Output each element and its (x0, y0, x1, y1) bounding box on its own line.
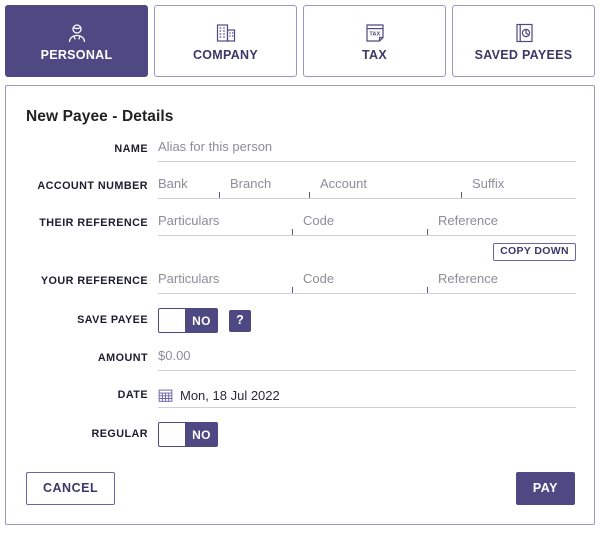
card-footer: CANCEL PAY (6, 462, 594, 524)
their-reference-code-input[interactable]: Code (293, 212, 428, 235)
account-bank-input[interactable]: Bank (158, 175, 220, 198)
save-payee-label: SAVE PAYEE (77, 314, 148, 326)
account-number-label: ACCOUNT NUMBER (37, 180, 148, 192)
their-reference-inputs: Particulars Code Reference (158, 212, 576, 236)
name-label: NAME (114, 143, 148, 155)
field-row-date: DATE Mon, 18 Jul 2022 (6, 384, 594, 408)
tab-saved-payees[interactable]: SAVED PAYEES (452, 5, 595, 77)
your-reference-particulars-input[interactable]: Particulars (158, 270, 293, 293)
field-row-their-reference: THEIR REFERENCE Particulars Code Referen… (6, 212, 594, 261)
address-book-icon (512, 21, 536, 45)
svg-text:TAX: TAX (369, 31, 380, 37)
account-bank-placeholder: Bank (158, 176, 188, 191)
account-suffix-placeholder: Suffix (472, 176, 505, 191)
save-payee-help-button[interactable]: ? (229, 309, 251, 332)
tab-saved-payees-label: SAVED PAYEES (474, 47, 573, 62)
their-reference-particulars-input[interactable]: Particulars (158, 212, 293, 235)
your-reference-label: YOUR REFERENCE (40, 275, 148, 287)
your-reference-code-placeholder: Code (303, 271, 335, 286)
field-row-your-reference: YOUR REFERENCE Particulars Code Referenc… (6, 270, 594, 294)
name-input[interactable]: Alias for this person (158, 138, 576, 162)
account-account-input[interactable]: Account (310, 175, 462, 198)
field-row-account-number: ACCOUNT NUMBER Bank Branch Account Suffi… (6, 175, 594, 199)
date-label: DATE (117, 389, 148, 401)
tab-personal-label: PERSONAL (40, 47, 113, 62)
payment-page: PERSONAL COMPANY TAX TAX SAVED PAYEES Ne… (0, 0, 600, 533)
account-account-placeholder: Account (320, 176, 367, 191)
field-row-amount: AMOUNT $0.00 (6, 347, 594, 371)
account-number-inputs: Bank Branch Account Suffix (158, 175, 576, 199)
field-row-regular: REGULAR NO (6, 421, 594, 448)
account-branch-input[interactable]: Branch (220, 175, 310, 198)
save-payee-toggle[interactable]: NO (158, 308, 218, 333)
field-row-save-payee: SAVE PAYEE NO ? (6, 307, 594, 334)
name-placeholder: Alias for this person (158, 139, 273, 154)
account-branch-placeholder: Branch (230, 176, 272, 191)
your-reference-reference-placeholder: Reference (438, 271, 498, 286)
amount-label: AMOUNT (97, 352, 148, 364)
amount-placeholder: $0.00 (158, 348, 191, 363)
date-input[interactable]: Mon, 18 Jul 2022 (158, 384, 576, 408)
field-row-name: NAME Alias for this person (6, 138, 594, 162)
pay-button[interactable]: PAY (515, 472, 575, 505)
their-reference-reference-placeholder: Reference (438, 213, 498, 228)
cancel-button[interactable]: CANCEL (26, 472, 116, 505)
regular-label: REGULAR (91, 428, 148, 440)
regular-toggle-value: NO (192, 427, 211, 442)
person-icon (65, 21, 89, 45)
your-reference-particulars-placeholder: Particulars (158, 271, 220, 286)
toggle-knob (159, 423, 186, 446)
calendar-icon[interactable] (158, 388, 173, 403)
their-reference-particulars-placeholder: Particulars (158, 213, 220, 228)
amount-input[interactable]: $0.00 (158, 347, 576, 371)
your-reference-code-input[interactable]: Code (293, 270, 428, 293)
tab-company-label: COMPANY (192, 47, 259, 62)
tab-tax[interactable]: TAX TAX (303, 5, 446, 77)
their-reference-label: THEIR REFERENCE (39, 217, 148, 229)
copy-down-button[interactable]: COPY DOWN (493, 243, 576, 261)
new-payee-card: New Payee - Details NAME Alias for this … (5, 85, 595, 525)
new-payee-form: NAME Alias for this person ACCOUNT NUMBE… (6, 138, 594, 448)
save-payee-toggle-value: NO (192, 313, 211, 328)
page-title: New Payee - Details (26, 108, 174, 125)
date-value: Mon, 18 Jul 2022 (180, 388, 280, 403)
payee-type-tabs: PERSONAL COMPANY TAX TAX SAVED PAYEES (5, 5, 595, 77)
tab-tax-label: TAX (362, 47, 387, 62)
tab-personal[interactable]: PERSONAL (5, 5, 148, 77)
their-reference-reference-input[interactable]: Reference (428, 212, 576, 235)
account-suffix-input[interactable]: Suffix (462, 175, 576, 198)
regular-toggle[interactable]: NO (158, 422, 218, 447)
building-icon (214, 21, 238, 45)
tax-icon: TAX (363, 21, 387, 45)
your-reference-inputs: Particulars Code Reference (158, 270, 576, 294)
their-reference-code-placeholder: Code (303, 213, 335, 228)
tab-company[interactable]: COMPANY (154, 5, 297, 77)
your-reference-reference-input[interactable]: Reference (428, 270, 576, 293)
toggle-knob (159, 309, 186, 332)
